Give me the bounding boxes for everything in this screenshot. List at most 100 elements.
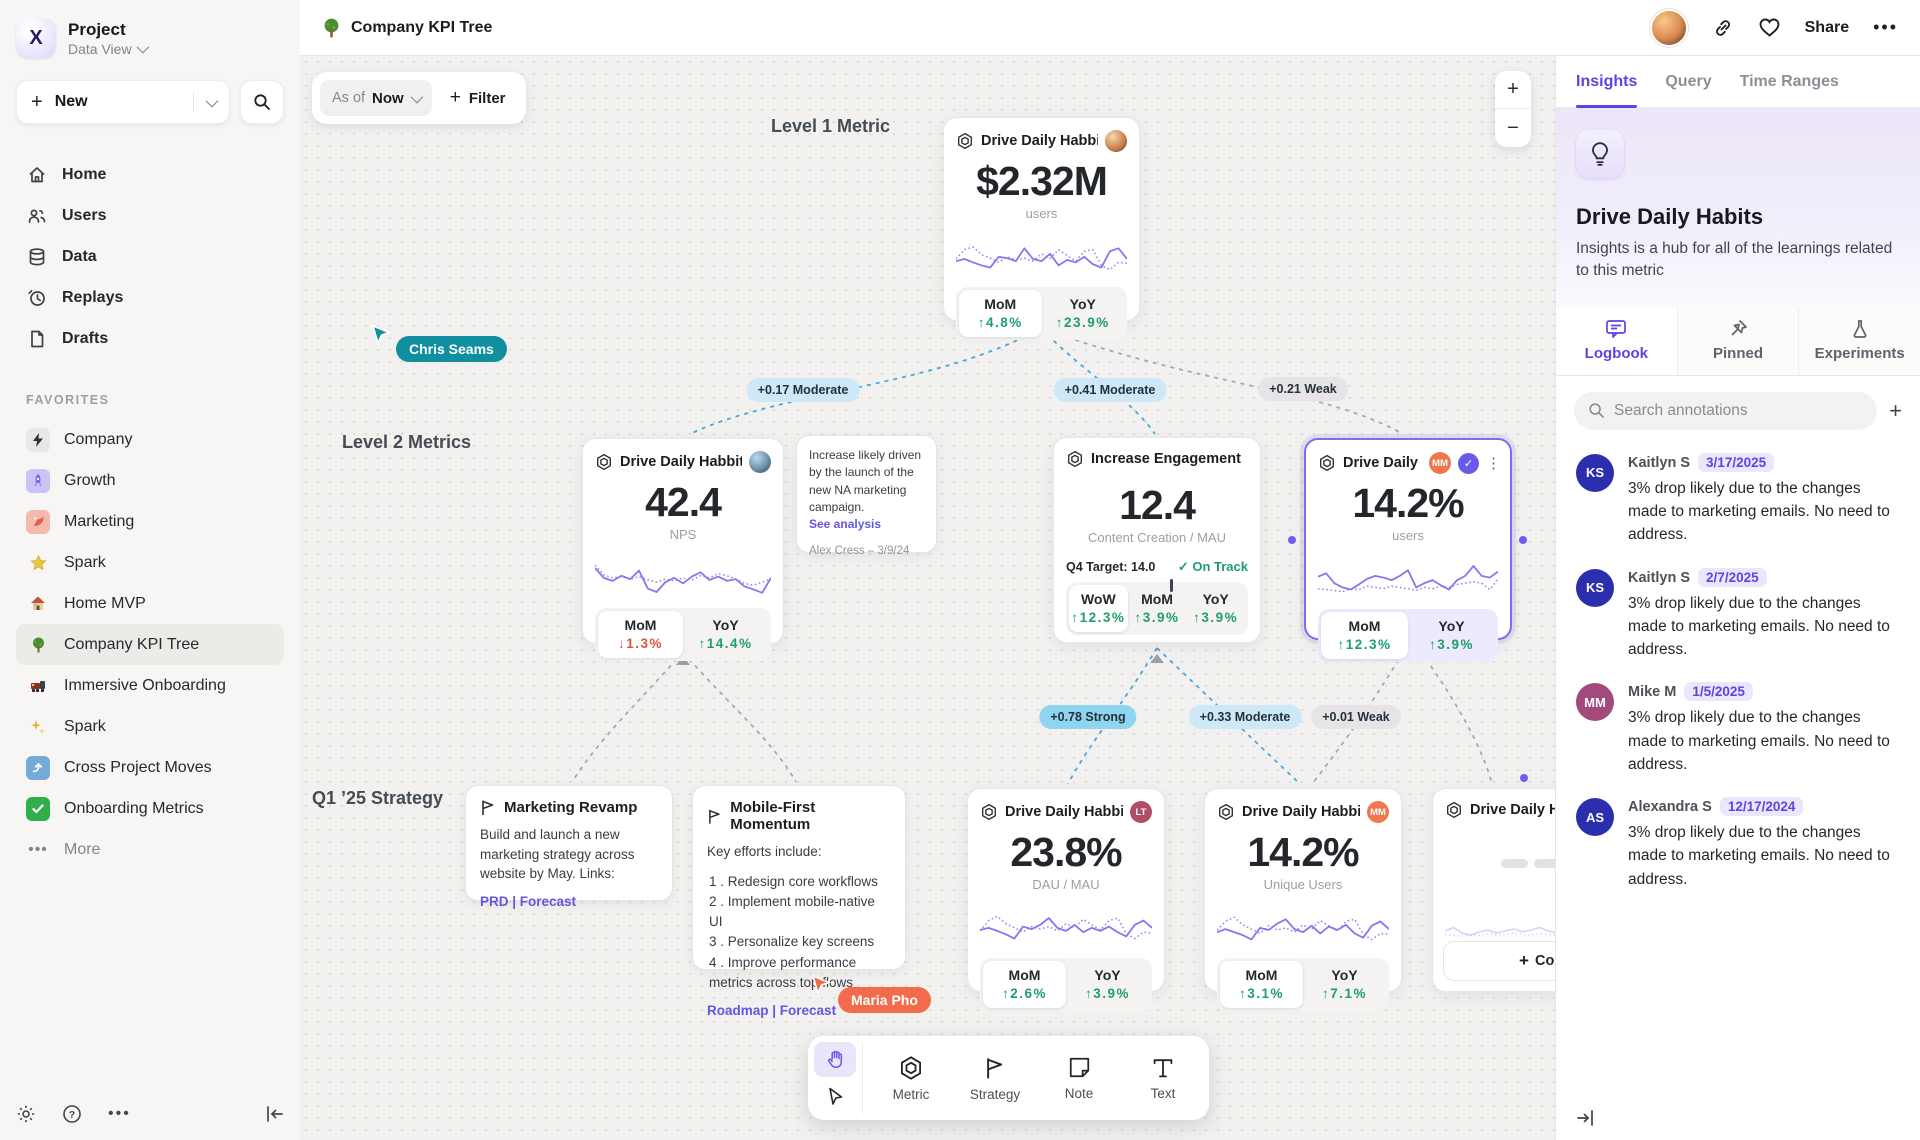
filter-button[interactable]: + Filter xyxy=(438,87,518,109)
mom-toggle[interactable]: MoM ↑3.9% xyxy=(1128,585,1187,632)
sidebar-item-company-kpi-tree[interactable]: Company KPI Tree xyxy=(16,624,284,665)
sidebar-item-data[interactable]: Data xyxy=(16,236,284,277)
more-options-icon[interactable]: ••• xyxy=(108,1105,131,1123)
metric-card-selected[interactable]: Drive Daily Habb.. MM ✓ ⋮ 14.2% users Mo… xyxy=(1304,438,1512,640)
connection-dot[interactable] xyxy=(1520,774,1528,782)
note-links[interactable]: PRD | Forecast xyxy=(480,894,658,909)
workspace-switcher[interactable]: Data View xyxy=(68,41,146,57)
mom-toggle[interactable]: MoM ↑4.8% xyxy=(959,290,1042,337)
strategy-note-mobile[interactable]: Mobile-First Momentum Key efforts includ… xyxy=(692,785,906,970)
collapse-panel-icon[interactable] xyxy=(1576,1110,1594,1126)
mom-toggle[interactable]: MoM ↓1.3% xyxy=(598,611,683,658)
mom-toggle[interactable]: MoM ↑12.3% xyxy=(1321,612,1408,659)
sidebar-item-immersive-onboarding[interactable]: Immersive Onboarding xyxy=(16,665,284,706)
metric-card-dau[interactable]: Drive Daily Habbits LT 23.8% DAU / MAU M… xyxy=(967,788,1165,992)
tab-insights[interactable]: Insights xyxy=(1576,56,1637,107)
connection-dot[interactable] xyxy=(1288,536,1296,544)
metric-tool-button[interactable]: Metric xyxy=(871,1042,951,1114)
connect-button[interactable]: + Connect xyxy=(1443,941,1555,981)
collaborator-badge[interactable]: MM xyxy=(1367,801,1389,823)
mom-toggle[interactable]: MoM ↑2.6% xyxy=(983,961,1066,1008)
sidebar-item-replays[interactable]: Replays xyxy=(16,277,284,318)
sidebar-item-more[interactable]: ••• More xyxy=(16,829,284,870)
sidebar-item-drafts[interactable]: Drafts xyxy=(16,318,284,359)
hand-tool-button[interactable] xyxy=(814,1042,856,1077)
sidebar-item-marketing[interactable]: Marketing xyxy=(16,501,284,542)
sidebar-item-growth[interactable]: Growth xyxy=(16,460,284,501)
strategy-tool-button[interactable]: Strategy xyxy=(955,1042,1035,1114)
zoom-in-button[interactable]: + xyxy=(1495,71,1531,109)
sidebar-item-spark-2[interactable]: Spark xyxy=(16,706,284,747)
replay-clock-icon xyxy=(26,288,48,308)
owner-avatar[interactable] xyxy=(1105,130,1127,152)
yoy-toggle[interactable]: YoY ↑14.4% xyxy=(683,611,768,658)
metric-title: Drive Daily Habbits xyxy=(620,454,742,470)
yoy-toggle[interactable]: YoY ↑3.9% xyxy=(1066,961,1149,1008)
new-button[interactable]: + New xyxy=(16,80,230,124)
collapse-handle[interactable] xyxy=(1150,654,1164,663)
subtab-experiments[interactable]: Experiments xyxy=(1799,307,1920,375)
user-avatar[interactable] xyxy=(1650,9,1688,47)
kebab-menu-icon[interactable]: ⋮ xyxy=(1486,461,1498,466)
note-tool-button[interactable]: Note xyxy=(1039,1042,1119,1114)
annotation-item[interactable]: AS Alexandra S12/17/2024 3% drop likely … xyxy=(1576,798,1900,891)
tab-time-ranges[interactable]: Time Ranges xyxy=(1740,56,1839,107)
collaborator-badge[interactable]: MM xyxy=(1429,452,1451,474)
text-tool-button[interactable]: Text xyxy=(1123,1042,1203,1114)
metric-card-nps[interactable]: Drive Daily Habbits 42.4 NPS MoM ↓1.3% xyxy=(582,438,784,644)
sparkline-chart xyxy=(1318,553,1498,609)
connection-dot[interactable] xyxy=(1519,536,1527,544)
annotation-item[interactable]: MM Mike M1/5/2025 3% drop likely due to … xyxy=(1576,683,1900,776)
annotation-search-input[interactable]: Search annotations xyxy=(1574,392,1877,430)
yoy-toggle[interactable]: YoY ↑23.9% xyxy=(1042,290,1125,337)
tool-label: Metric xyxy=(893,1087,930,1102)
subtab-logbook[interactable]: Logbook xyxy=(1556,307,1678,375)
owner-avatar[interactable] xyxy=(749,451,771,473)
sidebar-item-company[interactable]: Company xyxy=(16,419,284,460)
metric-title: Drive Daily Habbits xyxy=(1005,804,1123,820)
tool-label: Strategy xyxy=(970,1087,1020,1102)
add-annotation-button[interactable]: + xyxy=(1889,398,1902,424)
yoy-toggle[interactable]: YoY ↑3.9% xyxy=(1186,585,1245,632)
yoy-toggle[interactable]: YoY ↑3.9% xyxy=(1408,612,1495,659)
app-logo: X xyxy=(16,18,56,58)
copy-link-icon[interactable] xyxy=(1712,17,1734,39)
collapse-sidebar-icon[interactable] xyxy=(266,1106,284,1122)
share-button[interactable]: Share xyxy=(1805,19,1849,37)
strategy-note-marketing[interactable]: Marketing Revamp Build and launch a new … xyxy=(465,785,673,901)
sidebar-item-spark[interactable]: Spark xyxy=(16,542,284,583)
subtab-pinned[interactable]: Pinned xyxy=(1678,307,1800,375)
kpi-tree-canvas[interactable]: As of Now + Filter + − Level 1 Metric xyxy=(300,56,1555,1140)
sidebar-item-home-mvp[interactable]: Home MVP xyxy=(16,583,284,624)
metric-card-partial[interactable]: Drive Daily Hab + Connect xyxy=(1432,788,1555,992)
mom-label: MoM xyxy=(600,617,681,633)
help-icon[interactable]: ? xyxy=(62,1104,82,1124)
search-button[interactable] xyxy=(240,80,284,124)
sidebar-item-users[interactable]: Users xyxy=(16,195,284,236)
sidebar-item-onboarding-metrics[interactable]: Onboarding Metrics xyxy=(16,788,284,829)
see-analysis-link[interactable]: See analysis xyxy=(809,517,924,531)
metric-card-l1[interactable]: Drive Daily Habbits $2.32M users MoM ↑4.… xyxy=(943,117,1140,321)
zoom-out-button[interactable]: − xyxy=(1495,109,1531,147)
flask-icon xyxy=(1850,319,1870,339)
collaborator-badge[interactable]: LT xyxy=(1130,801,1152,823)
metric-card-unique[interactable]: Drive Daily Habbits MM 14.2% Unique User… xyxy=(1204,788,1402,992)
settings-gear-icon[interactable] xyxy=(16,1104,36,1124)
annotation-note[interactable]: Increase likely driven by the launch of … xyxy=(796,435,937,553)
project-switcher[interactable]: X Project Data View xyxy=(16,18,284,58)
cursor-arrow-icon xyxy=(370,324,392,346)
sidebar-item-home[interactable]: Home xyxy=(16,154,284,195)
annotation-item[interactable]: KS Kaitlyn S2/7/2025 3% drop likely due … xyxy=(1576,569,1900,662)
more-menu-icon[interactable]: ••• xyxy=(1873,17,1898,38)
yoy-toggle[interactable]: YoY ↑7.1% xyxy=(1303,961,1386,1008)
mom-toggle[interactable]: MoM ↑3.1% xyxy=(1220,961,1303,1008)
favorite-heart-icon[interactable] xyxy=(1758,17,1781,38)
as-of-dropdown[interactable]: As of Now xyxy=(320,80,432,116)
annotation-item[interactable]: KS Kaitlyn S3/17/2025 3% drop likely due… xyxy=(1576,454,1900,547)
chevron-down-icon[interactable] xyxy=(206,94,219,107)
sidebar-item-cross-project-moves[interactable]: Cross Project Moves xyxy=(16,747,284,788)
select-tool-button[interactable] xyxy=(814,1079,856,1114)
metric-card-engagement[interactable]: Increase Engagement 12.4 Content Creatio… xyxy=(1053,437,1261,643)
wow-toggle[interactable]: WoW ↑12.3% xyxy=(1069,585,1128,632)
tab-query[interactable]: Query xyxy=(1665,56,1711,107)
